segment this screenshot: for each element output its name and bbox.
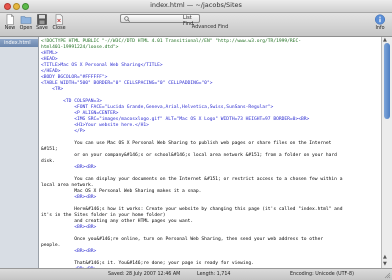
code-line: <BR><BR> [41,165,97,170]
advanced-find-button[interactable]: Advanced Find [120,24,300,30]
scroll-up-arrow-icon[interactable]: ▲ [383,254,387,260]
sidebar-item-index-html[interactable]: index.html [0,39,38,47]
info-button[interactable]: Info [371,14,389,31]
status-bar: Saved: 28 July 2007 12:46 AM Length: 1,7… [0,268,392,280]
code-line: You can use Mac OS X Personal Web Sharin… [41,141,332,146]
resize-grip-icon[interactable] [383,271,391,279]
save-button[interactable]: Save [33,14,51,31]
code-line: <BR><BR> [41,249,97,254]
info-label: Info [375,26,385,31]
code-line: <TR> [41,87,64,92]
find-controls: List Find Advanced Find [120,14,300,32]
document-drawer: index.html [0,37,39,268]
code-line: <BR><BR> [41,195,97,200]
vertical-scrollbar[interactable]: ▲ ▲ ▼ [381,37,392,268]
close-label: Close [52,26,66,31]
code-line: or on your company&#146;s or school&#146… [41,153,337,158]
length-status: Length: 1,714 [197,272,231,277]
code-line: </P> [41,129,86,134]
saved-status: Saved: 28 July 2007 12:46 AM [108,272,181,277]
scrollbar-thumb[interactable] [384,43,390,119]
encoding-status[interactable]: Encoding: Unicode (UTF-8) [290,272,354,277]
code-line: Once you&#146;re online, turn on Persona… [41,237,324,242]
new-document-icon [6,14,14,25]
open-folder-icon [20,16,32,24]
save-label: Save [36,26,48,31]
save-disk-icon [37,14,47,25]
info-icon [374,14,386,25]
title-bar: index.html — ~/jacobs/Sites [0,0,392,13]
close-document-icon [55,14,63,25]
code-editor[interactable]: <!DOCTYPE HTML PUBLIC "-//W3C//DTD HTML … [39,37,381,268]
scroll-down-arrow-icon[interactable]: ▼ [383,261,387,267]
search-icon [124,16,130,22]
toolbar: New Open Save Close List Find Advanced F [0,13,392,37]
list-find-field[interactable]: List Find [120,14,200,27]
code-line: <BR><BR> [41,225,97,230]
window-title: index.html — ~/jacobs/Sites [150,1,242,9]
code-line: <TABLE WIDTH="500" BORDER="0" CELLSPACIN… [41,81,213,86]
sidebar-item-label: index.html [4,40,31,46]
close-button[interactable]: Close [50,14,68,31]
